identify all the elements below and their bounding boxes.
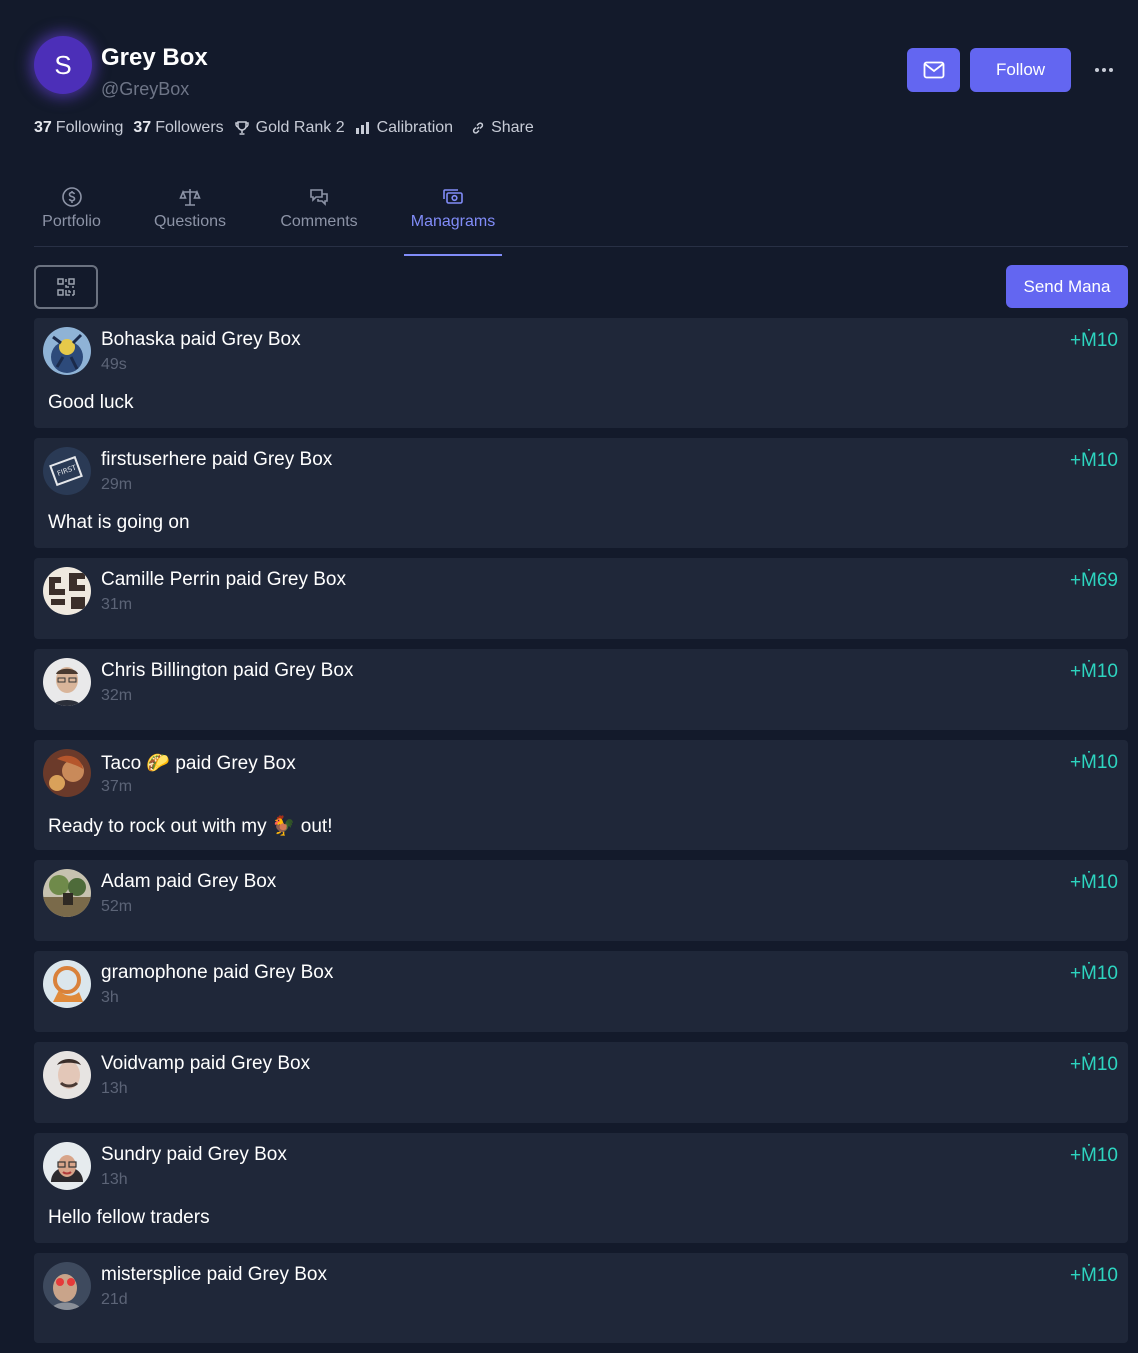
managram-time: 37m [101,778,133,795]
link-icon [471,121,485,135]
managram-item: Adam paid Grey Box 52m +Ṁ10 [34,860,1128,941]
send-mana-button[interactable]: Send Mana [1006,265,1128,308]
user-avatar[interactable] [43,327,91,375]
user-avatar[interactable] [43,567,91,615]
user-avatar[interactable] [43,869,91,917]
ellipsis-icon [1095,68,1113,72]
tab-label: Managrams [410,213,496,230]
managram-message: Good luck [48,392,134,413]
tab-comments[interactable]: Comments [277,180,361,231]
user-avatar[interactable] [43,1051,91,1099]
message-button[interactable] [907,48,960,92]
managram-title: Taco 🌮 paid Grey Box [101,753,296,774]
more-options-button[interactable] [1092,58,1116,82]
managram-time: 21d [101,1291,128,1308]
tab-label: Portfolio [42,213,101,230]
tab-label: Questions [153,213,227,230]
dollar-circle-icon [61,184,83,210]
followers-label: Followers [155,119,224,136]
managram-amount: +Ṁ10 [1069,450,1118,471]
user-avatar[interactable] [43,960,91,1008]
managram-title: firstuserhere paid Grey Box [101,449,333,470]
rank-link[interactable]: Gold Rank 2 [234,119,345,137]
share-label: Share [491,119,534,136]
managram-title: Sundry paid Grey Box [101,1144,287,1165]
followers-count: 37 [133,119,152,136]
managram-title: Bohaska paid Grey Box [101,329,301,350]
managram-item: Bohaska paid Grey Box 49s +Ṁ10 Good luck [34,318,1128,428]
qr-code-button[interactable] [34,265,98,309]
managram-message: Ready to rock out with my 🐓 out! [48,816,333,837]
user-avatar[interactable] [43,1262,91,1310]
chat-bubbles-icon [308,184,330,210]
avatar[interactable]: S [34,36,92,94]
managram-title: Chris Billington paid Grey Box [101,660,354,681]
managram-time: 3h [101,989,119,1006]
tab-portfolio[interactable]: Portfolio [39,180,104,231]
qr-code-icon [57,278,75,296]
managram-time: 49s [101,356,127,373]
following-label: Following [55,119,124,136]
managram-item: Chris Billington paid Grey Box 32m +Ṁ10 [34,649,1128,730]
follow-button[interactable]: Follow [970,48,1071,92]
managram-time: 13h [101,1080,128,1097]
managram-item: Voidvamp paid Grey Box 13h +Ṁ10 [34,1042,1128,1123]
managram-time: 13h [101,1171,128,1188]
managram-time: 52m [101,898,133,915]
managram-title: gramophone paid Grey Box [101,962,334,983]
managram-list: Bohaska paid Grey Box 49s +Ṁ10 Good luck… [34,318,1128,1353]
rank-label: Gold Rank 2 [255,119,345,136]
managram-time: 32m [101,687,133,704]
managram-title: Voidvamp paid Grey Box [101,1053,311,1074]
user-avatar[interactable]: FIRST [43,447,91,495]
share-link[interactable]: Share [471,119,534,137]
profile-header: S Grey Box @GreyBox 37 Following 37 Foll… [34,0,1128,160]
bar-chart-icon [355,121,371,135]
managram-amount: +Ṁ10 [1069,330,1118,351]
tab-managrams[interactable]: Managrams [404,180,502,256]
mail-icon [923,61,944,79]
cash-icon [442,184,464,210]
calibration-label: Calibration [376,119,454,136]
managram-amount: +Ṁ10 [1069,1145,1118,1166]
managram-item: Sundry paid Grey Box 13h +Ṁ10 Hello fell… [34,1133,1128,1243]
managram-item: mistersplice paid Grey Box 21d +Ṁ10 [34,1253,1128,1343]
managram-title: Adam paid Grey Box [101,871,277,892]
user-avatar[interactable] [43,658,91,706]
managram-amount: +Ṁ10 [1069,872,1118,893]
trophy-icon [234,120,250,136]
managram-time: 31m [101,596,133,613]
user-avatar[interactable] [43,749,91,797]
managram-item: Taco 🌮 paid Grey Box 37m +Ṁ10 Ready to r… [34,740,1128,850]
tab-questions[interactable]: Questions [152,180,228,231]
following-link[interactable]: 37 Following [34,119,123,137]
managram-item: gramophone paid Grey Box 3h +Ṁ10 [34,951,1128,1032]
managram-message: What is going on [48,512,190,533]
managram-title: mistersplice paid Grey Box [101,1264,327,1285]
followers-link[interactable]: 37 Followers [133,119,223,137]
calibration-link[interactable]: Calibration [355,119,453,137]
managram-time: 29m [101,476,133,493]
profile-tabs: Portfolio Questions Comments Managrams [34,180,1128,256]
tab-label: Comments [280,213,358,230]
managram-message: Hello fellow traders [48,1207,210,1228]
managram-title: Camille Perrin paid Grey Box [101,569,346,590]
managram-amount: +Ṁ10 [1069,963,1118,984]
managram-amount: +Ṁ10 [1069,1054,1118,1075]
scale-icon [179,184,201,210]
managram-item: Camille Perrin paid Grey Box 31m +Ṁ69 [34,558,1128,639]
profile-handle: @GreyBox [101,79,190,99]
managram-amount: +Ṁ10 [1069,661,1118,682]
user-avatar[interactable] [43,1142,91,1190]
profile-stats: 37 Following 37 Followers Gold Rank 2 Ca… [34,119,544,137]
profile-name: Grey Box [101,44,208,71]
managram-amount: +Ṁ10 [1069,752,1118,773]
managram-item: FIRST firstuserhere paid Grey Box 29m +Ṁ… [34,438,1128,548]
managram-amount: +Ṁ10 [1069,1265,1118,1286]
following-count: 37 [34,119,52,136]
managram-amount: +Ṁ69 [1069,570,1118,591]
